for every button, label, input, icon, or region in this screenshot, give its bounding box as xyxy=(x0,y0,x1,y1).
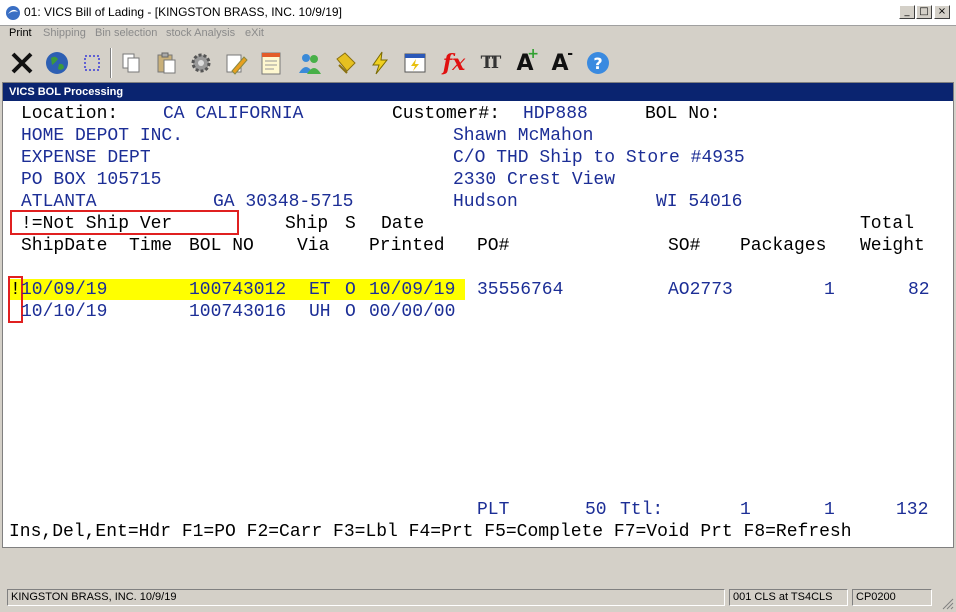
totals-plt-label: PLT xyxy=(477,500,510,520)
app-icon[interactable] xyxy=(5,5,21,21)
bill-to-line3: PO BOX 105715 xyxy=(21,170,162,190)
bill-to-name: HOME DEPOT INC. xyxy=(21,126,184,146)
users-icon[interactable] xyxy=(295,46,325,80)
col-total-top: Total xyxy=(860,214,915,234)
function-keys-hint: Ins,Del,Ent=Hdr F1=PO F2=Carr F3=Lbl F4=… xyxy=(9,522,852,542)
close-button[interactable]: × xyxy=(934,5,950,19)
select-rect-icon[interactable] xyxy=(77,46,107,80)
settings-gear-icon[interactable] xyxy=(186,46,216,80)
toolbar: fx TT A + A - ? xyxy=(0,44,956,82)
row-shipdate: 10/10/19 xyxy=(21,302,108,322)
row-bol: 100743012 xyxy=(189,280,287,300)
paste-icon[interactable] xyxy=(151,46,181,80)
bol-panel: VICS BOL Processing Location: CA CALIFOR… xyxy=(2,82,954,548)
ship-to-line3: 2330 Crest View xyxy=(453,170,616,190)
row-via: ET xyxy=(309,280,331,300)
col-packages: Packages xyxy=(740,236,827,256)
col-po: PO# xyxy=(477,236,510,256)
bill-to-line2: EXPENSE DEPT xyxy=(21,148,151,168)
menu-stock-analysis[interactable]: stock Analysis xyxy=(166,27,235,39)
text-format-icon[interactable]: TT xyxy=(474,46,504,80)
customer-label: Customer#: xyxy=(392,104,501,124)
row-via: UH xyxy=(309,302,331,322)
row-weight: 82 xyxy=(908,280,930,300)
row-shipdate: 10/09/19 xyxy=(21,280,108,300)
window-lightning-icon[interactable] xyxy=(400,46,430,80)
copy-icon[interactable] xyxy=(116,46,146,80)
title-bar[interactable]: 01: VICS Bill of Lading - [KINGSTON BRAS… xyxy=(0,0,956,26)
location-label: Location: xyxy=(21,104,119,124)
col-so: SO# xyxy=(668,236,701,256)
tag-icon[interactable] xyxy=(330,46,360,80)
row-packages: 1 xyxy=(824,280,835,300)
totals-count-b: 1 xyxy=(824,500,835,520)
col-shipdate: ShipDate xyxy=(21,236,108,256)
row-po: 35556764 xyxy=(477,280,564,300)
menu-print[interactable]: Print xyxy=(9,27,32,39)
row-so: AO2773 xyxy=(668,280,733,300)
row-status: O xyxy=(345,302,356,322)
font-decrease-icon[interactable]: A - xyxy=(545,46,575,80)
customer-value[interactable]: HDP888 xyxy=(523,103,588,125)
col-ship-top: Ship xyxy=(285,214,329,234)
maximize-button[interactable]: □ xyxy=(916,5,932,19)
ship-to-state-zip: WI 54016 xyxy=(656,192,743,212)
row-printed: 10/09/19 xyxy=(369,280,456,300)
bol-label: BOL No: xyxy=(645,104,721,124)
status-program: CP0200 xyxy=(852,589,932,606)
ship-to-line2: C/O THD Ship to Store #4935 xyxy=(453,148,745,168)
menu-bar: Print Shipping Bin selection stock Analy… xyxy=(0,26,956,44)
lightning-icon[interactable] xyxy=(365,46,395,80)
totals-count-a: 1 xyxy=(740,500,751,520)
exit-x-icon[interactable] xyxy=(7,46,37,80)
window-title: 01: VICS Bill of Lading - [KINGSTON BRAS… xyxy=(24,5,342,19)
totals-plt-value: 50 xyxy=(585,500,607,520)
ship-to-name: Shawn McMahon xyxy=(453,126,594,146)
globe-icon[interactable] xyxy=(42,46,72,80)
font-increase-icon[interactable]: A + xyxy=(510,46,540,80)
help-icon[interactable]: ? xyxy=(583,46,613,80)
status-session: 001 CLS at TS4CLS xyxy=(729,589,848,606)
legend-text: !=Not Ship Ver xyxy=(21,214,173,234)
col-weight: Weight xyxy=(860,236,925,256)
edit-pencil-icon[interactable] xyxy=(221,46,251,80)
col-date-top: Date xyxy=(381,214,425,234)
row-status: O xyxy=(345,280,356,300)
status-company: KINGSTON BRASS, INC. 10/9/19 xyxy=(7,589,725,606)
menu-exit[interactable]: eXit xyxy=(245,27,264,39)
totals-weight: 132 xyxy=(896,500,929,520)
location-value[interactable]: CA CALIFORNIA xyxy=(163,103,303,125)
col-via: Via xyxy=(297,236,330,256)
totals-ttl-label: Ttl: xyxy=(620,500,664,520)
menu-bin-selection[interactable]: Bin selection xyxy=(95,27,157,39)
status-bar: KINGSTON BRASS, INC. 10/9/19 001 CLS at … xyxy=(0,585,956,612)
function-fx-icon[interactable]: fx xyxy=(439,46,469,80)
col-s-top: S xyxy=(345,214,356,234)
row-bol: 100743016 xyxy=(189,302,287,322)
row-flag: ! xyxy=(10,280,21,300)
row-printed: 00/00/00 xyxy=(369,302,456,322)
notepad-icon[interactable] xyxy=(256,46,286,80)
col-printed: Printed xyxy=(369,236,445,256)
resize-grip-icon[interactable] xyxy=(942,598,954,610)
menu-shipping[interactable]: Shipping xyxy=(43,27,86,39)
col-bol-no: BOL NO xyxy=(189,236,254,256)
ship-to-city: Hudson xyxy=(453,192,518,212)
col-time: Time xyxy=(129,236,173,256)
panel-title: VICS BOL Processing xyxy=(3,83,953,101)
minimize-button[interactable]: _ xyxy=(899,5,915,19)
